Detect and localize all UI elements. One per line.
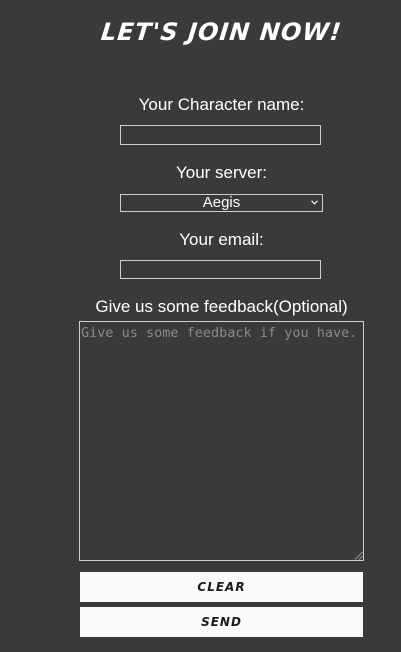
resize-grip-icon[interactable] [354,551,363,560]
feedback-label: Give us some feedback(Optional) [95,297,348,316]
page-title: LET'S JOIN NOW! [99,18,344,46]
chevron-down-icon [311,196,318,205]
character-name-input[interactable] [120,125,321,145]
feedback-textarea[interactable] [79,321,364,561]
email-input[interactable] [120,260,321,279]
send-button[interactable]: SEND [80,607,363,637]
clear-button[interactable]: CLEAR [80,572,363,602]
email-label: Your email: [179,230,264,249]
server-label: Your server: [175,163,268,182]
server-selected-value: Aegis [202,194,241,211]
character-name-label: Your Character name: [138,95,305,114]
server-select[interactable]: Aegis [120,194,323,212]
